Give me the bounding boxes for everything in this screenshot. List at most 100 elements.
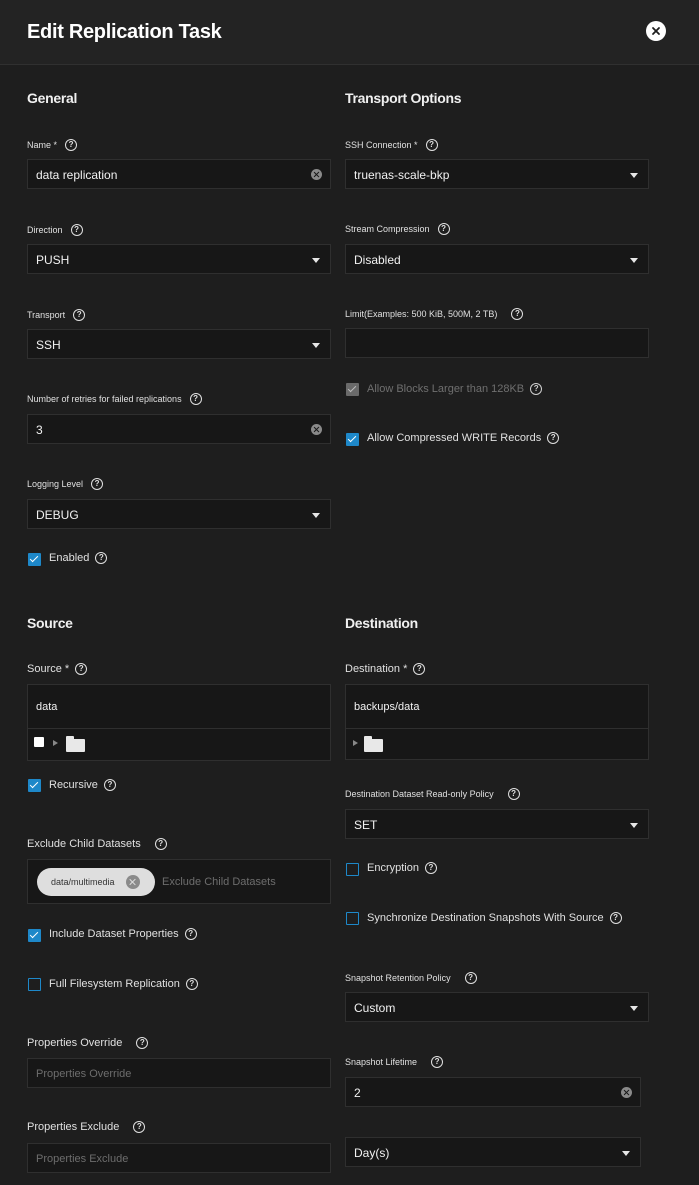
help-icon[interactable]: ? [73, 309, 86, 321]
section-title-general: General [27, 90, 78, 106]
help-icon[interactable]: ? [530, 383, 543, 395]
direction-select[interactable]: PUSH [27, 244, 331, 274]
source-tree[interactable]: data [27, 684, 331, 761]
help-icon[interactable]: ? [431, 1056, 444, 1068]
folder-icon [364, 736, 383, 752]
encryption-checkbox[interactable] [346, 863, 359, 876]
source-path-input[interactable]: data [28, 685, 330, 729]
include-dataset-properties-label: Include Dataset Properties? [49, 928, 197, 940]
allow-compressed-write-label: Allow Compressed WRITE Records? [367, 432, 560, 444]
snapshot-lifetime-label: Snapshot Lifetime? [345, 1056, 444, 1068]
sync-snapshots-label: Synchronize Destination Snapshots With S… [367, 912, 622, 924]
help-icon[interactable]: ? [184, 928, 197, 940]
limit-input[interactable] [345, 328, 649, 358]
expand-icon[interactable] [353, 740, 358, 746]
dropdown-arrow-icon [630, 1006, 638, 1011]
help-icon[interactable]: ? [511, 308, 524, 320]
help-icon[interactable]: ? [65, 139, 78, 151]
close-button[interactable] [646, 21, 666, 41]
help-icon[interactable]: ? [424, 862, 437, 874]
include-dataset-properties-checkbox[interactable] [28, 929, 41, 942]
close-icon [652, 27, 660, 35]
help-icon[interactable]: ? [70, 224, 83, 236]
retries-input[interactable]: 3 [27, 414, 331, 444]
help-icon[interactable]: ? [547, 432, 560, 444]
full-filesystem-replication-label: Full Filesystem Replication? [49, 978, 198, 990]
properties-exclude-input[interactable]: Properties Exclude [27, 1143, 331, 1173]
dropdown-arrow-icon [312, 343, 320, 348]
help-icon[interactable]: ? [91, 478, 104, 490]
allow-large-blocks-checkbox[interactable] [346, 383, 359, 396]
help-icon[interactable]: ? [185, 978, 198, 990]
direction-label: Direction? [27, 224, 83, 236]
folder-icon [66, 736, 85, 752]
help-icon[interactable]: ? [507, 788, 520, 800]
readonly-policy-label: Destination Dataset Read-only Policy? [345, 788, 520, 800]
help-icon[interactable]: ? [609, 912, 622, 924]
dropdown-arrow-icon [312, 513, 320, 518]
allow-compressed-write-checkbox[interactable] [346, 433, 359, 446]
help-icon[interactable]: ? [189, 393, 202, 405]
recursive-checkbox[interactable] [28, 779, 41, 792]
section-title-source: Source [27, 615, 73, 631]
full-filesystem-replication-checkbox[interactable] [28, 978, 41, 991]
stream-compression-select[interactable]: Disabled [345, 244, 649, 274]
section-title-destination: Destination [345, 615, 418, 631]
dropdown-arrow-icon [312, 258, 320, 263]
dropdown-arrow-icon [622, 1151, 630, 1156]
ssh-connection-label: SSH Connection *? [345, 139, 438, 151]
recursive-label: Recursive? [49, 779, 116, 791]
stream-compression-label: Stream Compression? [345, 223, 450, 235]
snapshot-lifetime-unit-select[interactable]: Day(s) [345, 1137, 641, 1167]
logging-level-select[interactable]: DEBUG [27, 499, 331, 529]
help-icon[interactable]: ? [103, 779, 116, 791]
help-icon[interactable]: ? [154, 838, 167, 850]
dialog-title: Edit Replication Task [27, 21, 222, 43]
section-title-transport: Transport Options [345, 90, 462, 106]
snapshot-retention-select[interactable]: Custom [345, 992, 649, 1022]
dialog-header: Edit Replication Task [0, 0, 699, 65]
allow-large-blocks-label: Allow Blocks Larger than 128KB? [367, 383, 543, 395]
transport-label: Transport? [27, 309, 86, 321]
dropdown-arrow-icon [630, 173, 638, 178]
properties-override-label: Properties Override? [27, 1037, 149, 1049]
enabled-label: Enabled? [49, 552, 108, 564]
sync-snapshots-checkbox[interactable] [346, 912, 359, 925]
tree-node-checkbox[interactable] [34, 737, 44, 747]
enabled-checkbox[interactable] [28, 553, 41, 566]
clear-icon[interactable] [621, 1087, 632, 1098]
chip-remove-icon[interactable] [126, 875, 140, 889]
destination-label: Destination *? [345, 663, 426, 675]
dropdown-arrow-icon [630, 258, 638, 263]
expand-icon[interactable] [53, 740, 58, 746]
exclude-child-datasets-label: Exclude Child Datasets? [27, 838, 167, 850]
source-label: Source *? [27, 663, 88, 675]
help-icon[interactable]: ? [413, 663, 426, 675]
readonly-policy-select[interactable]: SET [345, 809, 649, 839]
clear-icon[interactable] [311, 424, 322, 435]
help-icon[interactable]: ? [95, 552, 108, 564]
encryption-label: Encryption? [367, 862, 437, 874]
logging-level-label: Logging Level? [27, 478, 104, 490]
help-icon[interactable]: ? [464, 972, 477, 984]
destination-path-input[interactable]: backups/data [346, 685, 648, 729]
name-input[interactable]: data replication [27, 159, 331, 189]
properties-exclude-label: Properties Exclude? [27, 1121, 146, 1133]
dropdown-arrow-icon [630, 823, 638, 828]
help-icon[interactable]: ? [437, 223, 450, 235]
ssh-connection-select[interactable]: truenas-scale-bkp [345, 159, 649, 189]
retries-label: Number of retries for failed replication… [27, 393, 202, 405]
properties-override-input[interactable]: Properties Override [27, 1058, 331, 1088]
help-icon[interactable]: ? [75, 663, 88, 675]
clear-icon[interactable] [311, 169, 322, 180]
help-icon[interactable]: ? [136, 1037, 149, 1049]
destination-tree[interactable]: backups/data [345, 684, 649, 760]
name-label: Name *? [27, 139, 78, 151]
dataset-chip[interactable]: data/multimedia [37, 868, 155, 896]
exclude-child-datasets-input[interactable]: data/multimedia Exclude Child Datasets [27, 859, 331, 904]
snapshot-retention-label: Snapshot Retention Policy? [345, 972, 477, 984]
help-icon[interactable]: ? [425, 139, 438, 151]
transport-select[interactable]: SSH [27, 329, 331, 359]
help-icon[interactable]: ? [133, 1121, 146, 1133]
snapshot-lifetime-input[interactable]: 2 [345, 1077, 641, 1107]
